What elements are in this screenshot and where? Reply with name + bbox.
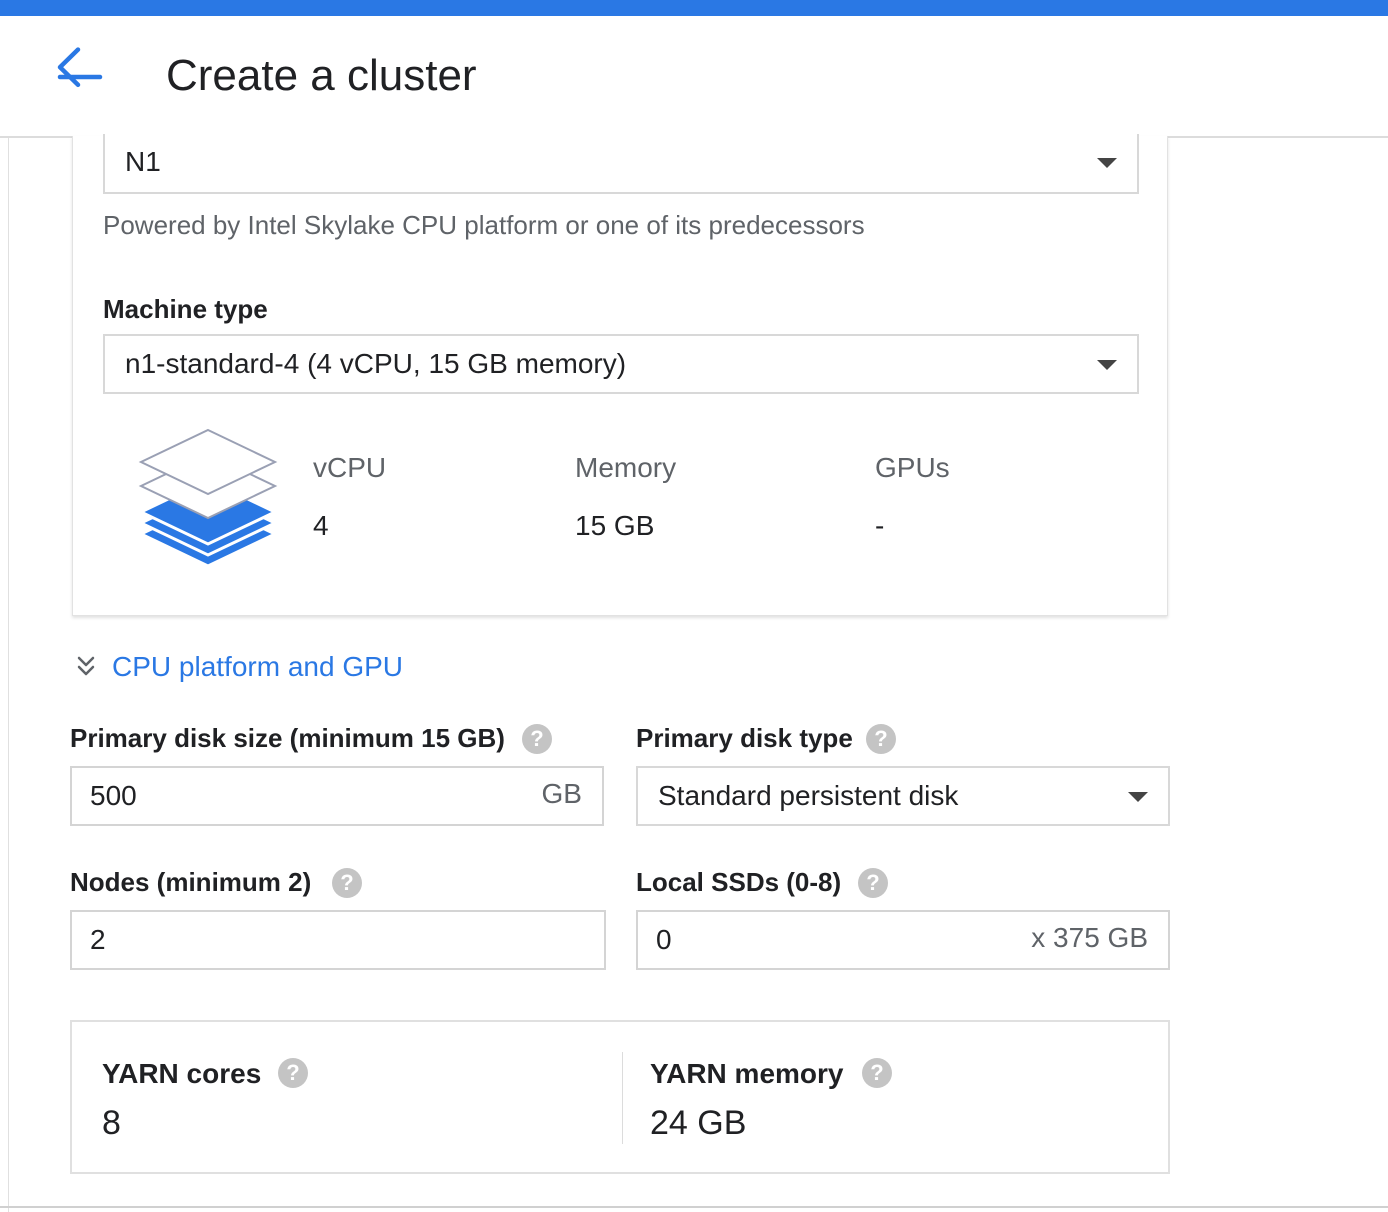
vcpu-label: vCPU	[313, 452, 387, 483]
nodes-label: Nodes (minimum 2)	[70, 867, 312, 897]
primary-disk-size-unit: GB	[541, 778, 582, 809]
machine-type-label: Machine type	[103, 294, 268, 324]
help-icon[interactable]: ?	[332, 868, 362, 898]
machine-layers-icon	[137, 428, 279, 568]
primary-disk-size-value: 500	[90, 780, 137, 811]
double-chevron-down-icon[interactable]	[76, 656, 96, 678]
help-icon[interactable]: ?	[522, 724, 552, 754]
chevron-down-icon	[1128, 792, 1148, 802]
back-arrow-icon	[57, 47, 103, 88]
local-ssds-label: Local SSDs (0-8)	[636, 867, 842, 897]
primary-disk-size-label: Primary disk size (minimum 15 GB)	[70, 723, 505, 753]
memory-value: 15 GB	[575, 510, 655, 541]
yarn-cores-value: 8	[102, 1104, 121, 1142]
yarn-memory-value: 24 GB	[650, 1104, 747, 1142]
left-nav-edge	[0, 16, 9, 1212]
local-ssds-suffix: x 375 GB	[1031, 922, 1148, 953]
primary-disk-type-select[interactable]: Standard persistent disk	[636, 766, 1170, 826]
memory-label: Memory	[575, 452, 677, 483]
series-select-value: N1	[125, 146, 161, 177]
gpus-value: -	[875, 510, 885, 541]
page-title: Create a cluster	[166, 51, 477, 100]
help-icon[interactable]: ?	[278, 1058, 308, 1088]
yarn-memory-label: YARN memory	[650, 1058, 844, 1089]
yarn-cores-label: YARN cores	[102, 1058, 262, 1089]
yarn-divider	[622, 1052, 623, 1144]
local-ssds-value: 0	[656, 924, 672, 955]
help-icon[interactable]: ?	[866, 724, 896, 754]
page-header: Create a cluster	[0, 16, 1388, 138]
nodes-input[interactable]: 2	[70, 910, 606, 970]
nodes-value: 2	[90, 924, 106, 955]
primary-disk-type-value: Standard persistent disk	[658, 780, 959, 811]
series-select[interactable]: N1	[103, 134, 1139, 194]
yarn-summary-box: YARN cores ? 8 YARN memory ? 24 GB	[70, 1020, 1170, 1174]
help-icon[interactable]: ?	[862, 1058, 892, 1088]
primary-disk-type-label: Primary disk type	[636, 723, 853, 753]
help-icon[interactable]: ?	[858, 868, 888, 898]
machine-config-card: N1 Powered by Intel Skylake CPU platform…	[72, 134, 1168, 616]
vcpu-value: 4	[313, 510, 329, 541]
bottom-divider	[0, 1206, 1388, 1208]
chevron-down-icon	[1097, 360, 1117, 370]
top-accent-bar	[0, 0, 1388, 16]
cpu-platform-gpu-link[interactable]: CPU platform and GPU	[112, 651, 403, 683]
local-ssds-input[interactable]: 0 x 375 GB	[636, 910, 1170, 970]
machine-type-value: n1-standard-4 (4 vCPU, 15 GB memory)	[125, 348, 627, 379]
chevron-down-icon	[1097, 158, 1117, 168]
machine-type-select[interactable]: n1-standard-4 (4 vCPU, 15 GB memory)	[103, 334, 1139, 394]
gpus-label: GPUs	[875, 452, 950, 483]
back-button[interactable]	[52, 38, 108, 88]
primary-disk-size-input[interactable]: 500 GB	[70, 766, 604, 826]
series-hint: Powered by Intel Skylake CPU platform or…	[103, 210, 865, 240]
